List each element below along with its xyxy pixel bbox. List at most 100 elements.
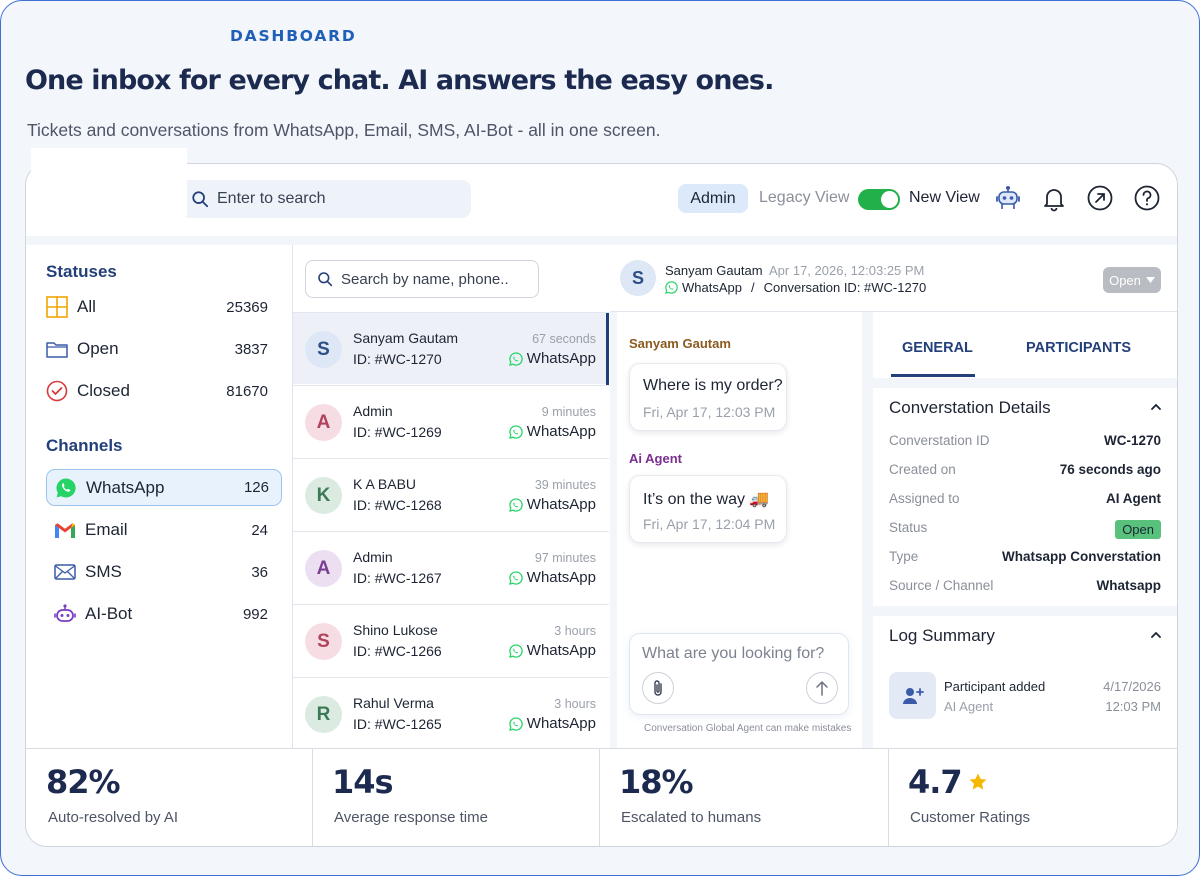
mail-icon [54, 561, 76, 583]
sidebar-item-closed[interactable]: Closed 81670 [46, 377, 268, 405]
external-link-icon[interactable] [1086, 184, 1114, 212]
sidebar-item-ai-bot[interactable]: AI-Bot 992 [54, 600, 268, 628]
tab-participants[interactable]: PARTICIPANTS [1026, 340, 1131, 356]
statuses-heading: Statuses [46, 262, 117, 281]
conversation-channel-label: WhatsApp [526, 423, 596, 440]
chat-header: S Sanyam Gautam Apr 17, 2026, 12:03:25 P… [610, 245, 1177, 312]
conversation-row[interactable]: R Rahul Verma ID: #WC-1265 3 hours WhatsApp [293, 677, 609, 748]
detail-value: Whatsapp [1096, 578, 1161, 593]
sidebar-item-label: AI-Bot [85, 604, 133, 623]
status-badge: Open [1115, 520, 1161, 539]
sidebar-item-label: SMS [85, 562, 122, 581]
panel-gap [610, 312, 617, 748]
conversation-id: ID: #WC-1270 [353, 351, 442, 367]
message-sender: Ai Agent [629, 451, 682, 466]
page-frame: DASHBOARD One inbox for every chat. AI a… [0, 0, 1200, 876]
sidebar-item-sms[interactable]: SMS 36 [54, 558, 268, 586]
help-icon[interactable] [1133, 184, 1161, 212]
avatar: A [305, 550, 342, 587]
chevron-up-icon[interactable] [1149, 400, 1163, 414]
conversation-channel-label: WhatsApp [526, 642, 596, 659]
stat-ratings: 4.7 Customer Ratings [888, 749, 1177, 846]
conversation-details-title[interactable]: Converstation Details [889, 398, 1051, 418]
send-button[interactable] [806, 672, 838, 704]
conversation-row[interactable]: S Shino Lukose ID: #WC-1266 3 hours WhatsApp [293, 604, 609, 676]
whatsapp-icon [508, 716, 523, 731]
log-date: 4/17/2026 [1103, 679, 1161, 694]
legacy-view-label[interactable]: Legacy View [759, 189, 849, 207]
conversation-row[interactable]: S Sanyam Gautam ID: #WC-1270 67 seconds What… [293, 312, 609, 385]
sidebar-item-label: Open [77, 339, 119, 358]
conversation-channel-label: WhatsApp [526, 715, 596, 732]
add-user-icon [889, 672, 936, 719]
chat-datetime: Apr 17, 2026, 12:03:25 PM [769, 263, 925, 278]
role-badge[interactable]: Admin [678, 184, 748, 213]
subheadline: Tickets and conversations from WhatsApp,… [27, 120, 661, 140]
logo-placeholder [31, 148, 187, 216]
stat-value: 4.7 [908, 763, 963, 801]
detail-row: Source / Channel Whatsapp [889, 578, 1161, 593]
conversation-time: 3 hours [554, 624, 596, 638]
log-summary-card: Log Summary Participant added AI Agent 4… [873, 616, 1177, 748]
chat-meta-separator: / [750, 280, 755, 295]
whatsapp-icon [508, 570, 523, 585]
detail-row: Status Open [889, 520, 1161, 539]
stats-bar: 82% Auto-resolved by AI 14s Average resp… [26, 748, 1177, 846]
sidebar-item-email[interactable]: Email 24 [54, 516, 268, 544]
robot-icon[interactable] [994, 184, 1022, 212]
view-toggle[interactable] [858, 189, 900, 210]
sidebar-item-count: 81670 [226, 382, 268, 400]
stat-label: Escalated to humans [621, 809, 762, 826]
detail-key: Status [889, 520, 928, 535]
conversation-name: K A BABU [353, 476, 417, 492]
composer-placeholder: What are you looking for? [642, 645, 825, 662]
attach-button[interactable] [642, 672, 674, 704]
conversation-search-input[interactable]: Search by name, phone.. [305, 260, 539, 298]
chevron-up-icon[interactable] [1149, 628, 1163, 642]
bell-icon[interactable] [1040, 184, 1068, 212]
conversation-channel: WhatsApp [508, 715, 596, 732]
sidebar-item-whatsapp[interactable]: WhatsApp 126 [46, 469, 282, 506]
tab-general[interactable]: GENERAL [902, 340, 973, 356]
stat-escalated: 18% Escalated to humans [599, 749, 888, 846]
stat-label: Auto-resolved by AI [48, 809, 179, 826]
log-summary-title[interactable]: Log Summary [889, 626, 995, 646]
global-search-input[interactable]: Enter to search [181, 180, 471, 218]
detail-value: 76 seconds ago [1059, 462, 1161, 477]
detail-key: Source / Channel [889, 578, 994, 593]
conversation-time: 97 minutes [534, 551, 596, 565]
headline: One inbox for every chat. AI answers the… [25, 65, 774, 96]
star-icon [969, 773, 987, 790]
status-dropdown[interactable]: Open [1103, 267, 1161, 293]
conversation-row[interactable]: A Admin ID: #WC-1269 9 minutes WhatsApp [293, 385, 609, 457]
conversation-row[interactable]: K K A BABU ID: #WC-1268 39 minutes WhatsApp [293, 458, 609, 530]
detail-key: Created on [889, 462, 956, 477]
stat-value: 82% [46, 763, 121, 801]
whatsapp-icon [55, 477, 77, 499]
search-icon [192, 191, 209, 208]
channels-heading: Channels [46, 436, 123, 455]
conversation-time: 39 minutes [534, 478, 596, 492]
whatsapp-icon [665, 281, 678, 294]
folder-icon [46, 338, 68, 360]
stat-auto-resolved: 82% Auto-resolved by AI [26, 749, 312, 846]
detail-key: Type [889, 549, 919, 564]
message-composer[interactable]: What are you looking for? [629, 633, 849, 715]
active-tab-indicator [891, 374, 975, 377]
conversation-id: ID: #WC-1265 [353, 716, 442, 732]
stat-response-time: 14s Average response time [312, 749, 599, 846]
conversation-search-placeholder: Search by name, phone.. [341, 270, 509, 288]
check-circle-icon [46, 380, 68, 402]
new-view-label[interactable]: New View [909, 189, 980, 207]
conversation-id: ID: #WC-1266 [353, 643, 442, 659]
conversation-row[interactable]: A Admin ID: #WC-1267 97 minutes WhatsApp [293, 531, 609, 603]
message-text: It’s on the way 🚚 [643, 491, 770, 508]
sidebar-item-open[interactable]: Open 3837 [46, 335, 268, 363]
bot-icon [54, 603, 76, 625]
sidebar-item-all[interactable]: All 25369 [46, 293, 268, 321]
ai-disclaimer: Conversation Global Agent can make mista… [644, 723, 852, 734]
conversation-list: Search by name, phone.. S Sanyam Gautam ID… [293, 245, 609, 748]
global-search-placeholder: Enter to search [217, 190, 326, 207]
detail-key: Converstation ID [889, 433, 990, 448]
paperclip-icon [654, 680, 662, 696]
